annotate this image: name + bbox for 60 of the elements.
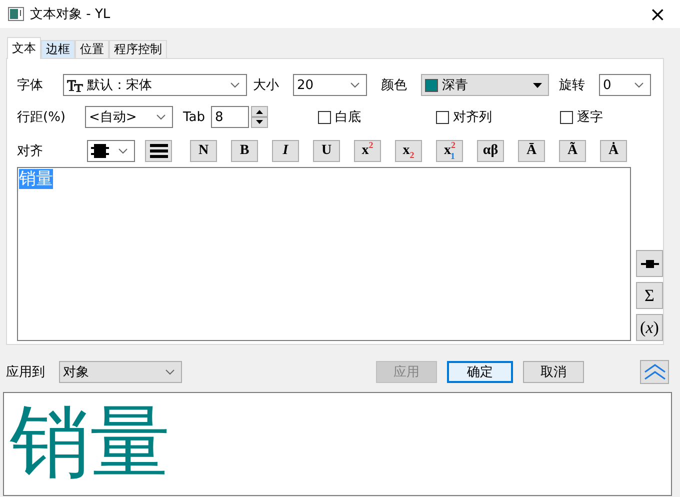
caret-icon: [634, 82, 644, 88]
rotation-dropdown[interactable]: 0: [599, 74, 651, 96]
checkbox[interactable]: [436, 110, 449, 124]
font-icon: [67, 78, 83, 92]
align-dropdown[interactable]: [87, 140, 135, 162]
insert-button[interactable]: (x): [636, 314, 663, 341]
caret-icon: [165, 369, 175, 375]
format-button[interactable]: U: [313, 140, 340, 162]
checkbox-label: 逐字: [577, 109, 603, 126]
lines-icon: [150, 144, 168, 158]
preview-text: 销量: [8, 395, 170, 488]
caret-icon: [533, 82, 542, 88]
editor-text: 销量: [19, 169, 53, 189]
window-title: 文本对象 - YL: [30, 6, 112, 23]
tab[interactable]: 位置: [75, 40, 109, 58]
dialog-button[interactable]: 确定: [447, 361, 513, 383]
checkbox[interactable]: [318, 110, 331, 124]
format-button[interactable]: N: [190, 140, 217, 162]
align-label: 对齐: [17, 143, 44, 160]
checkbox[interactable]: [560, 110, 573, 124]
format-button[interactable]: I: [272, 140, 299, 162]
line-spacing-dropdown[interactable]: <自动>: [85, 106, 173, 128]
tab-label: Tab: [183, 110, 206, 124]
align-icon: [91, 144, 109, 158]
font-label: 字体: [17, 77, 44, 94]
collapse-button[interactable]: [640, 360, 669, 384]
checkbox-label: 对齐列: [453, 109, 492, 126]
checkbox-label: 白底: [335, 109, 361, 126]
apply-to-label: 应用到: [6, 364, 46, 381]
format-button[interactable]: αβ: [477, 140, 504, 162]
format-button[interactable]: Ȧ: [600, 140, 627, 162]
tab[interactable]: 文本: [7, 37, 41, 59]
tab[interactable]: 程序控制: [109, 40, 167, 58]
line-spacing-button[interactable]: [145, 140, 172, 162]
caret-icon: [118, 148, 128, 154]
close-button[interactable]: ×: [643, 4, 672, 24]
caret-icon: [156, 114, 166, 120]
format-button[interactable]: x$_{2}$: [395, 140, 422, 162]
insert-button[interactable]: Σ: [636, 282, 663, 309]
size-dropdown[interactable]: 20: [293, 74, 367, 96]
color-label: 颜色: [381, 77, 408, 94]
rotation-label: 旋转: [559, 77, 586, 94]
color-dropdown[interactable]: 深青: [421, 74, 549, 96]
line-spacing-label: 行距(%): [17, 109, 66, 126]
caret-icon: [350, 82, 360, 88]
format-button[interactable]: B: [231, 140, 258, 162]
format-button[interactable]: Ã: [559, 140, 586, 162]
format-button[interactable]: x$^{2}$: [354, 140, 381, 162]
spin-buttons-icon[interactable]: [251, 106, 268, 128]
apply-to-dropdown[interactable]: 对象: [59, 361, 182, 383]
insert-button[interactable]: [636, 250, 663, 277]
dialog-button[interactable]: 取消: [523, 361, 584, 383]
format-button[interactable]: Ā: [518, 140, 545, 162]
font-dropdown[interactable]: 默认：宋体: [63, 74, 247, 96]
caret-icon: [230, 82, 240, 88]
window-icon: [8, 7, 24, 21]
double-chevron-icon: [642, 363, 666, 381]
size-label: 大小: [253, 77, 280, 94]
tab[interactable]: 边框: [41, 40, 75, 58]
tab-field[interactable]: 8: [211, 106, 249, 128]
